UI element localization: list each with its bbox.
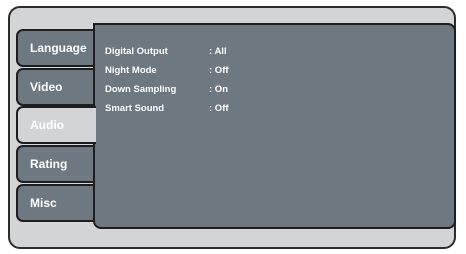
setting-row-digital-output[interactable]: Digital Output : All bbox=[105, 43, 405, 59]
tab-rating-label: Rating bbox=[30, 157, 68, 171]
setting-value: : Off bbox=[209, 102, 229, 114]
tab-video[interactable]: Video bbox=[16, 68, 94, 106]
tab-misc-label: Misc bbox=[30, 196, 57, 210]
tab-language-label: Language bbox=[30, 41, 87, 55]
tab-audio-label: Audio bbox=[30, 118, 64, 132]
tab-misc[interactable]: Misc bbox=[16, 184, 94, 222]
setting-value: : Off bbox=[209, 64, 229, 76]
settings-panel: Digital Output : All Night Mode : Off Do… bbox=[93, 23, 456, 229]
setting-value: : On bbox=[209, 83, 228, 95]
setting-row-smart-sound[interactable]: Smart Sound : Off bbox=[105, 100, 405, 116]
setting-label: Smart Sound bbox=[105, 102, 165, 114]
setting-label: Night Mode bbox=[105, 64, 157, 76]
setting-label: Down Sampling bbox=[105, 83, 177, 95]
tab-video-label: Video bbox=[30, 80, 63, 94]
tab-language[interactable]: Language bbox=[16, 29, 94, 67]
tab-rating[interactable]: Rating bbox=[16, 145, 94, 183]
setting-label: Digital Output bbox=[105, 45, 168, 57]
setting-row-down-sampling[interactable]: Down Sampling : On bbox=[105, 81, 405, 97]
setting-row-night-mode[interactable]: Night Mode : Off bbox=[105, 62, 405, 78]
tab-audio[interactable]: Audio bbox=[16, 106, 96, 144]
setting-value: : All bbox=[209, 45, 227, 57]
